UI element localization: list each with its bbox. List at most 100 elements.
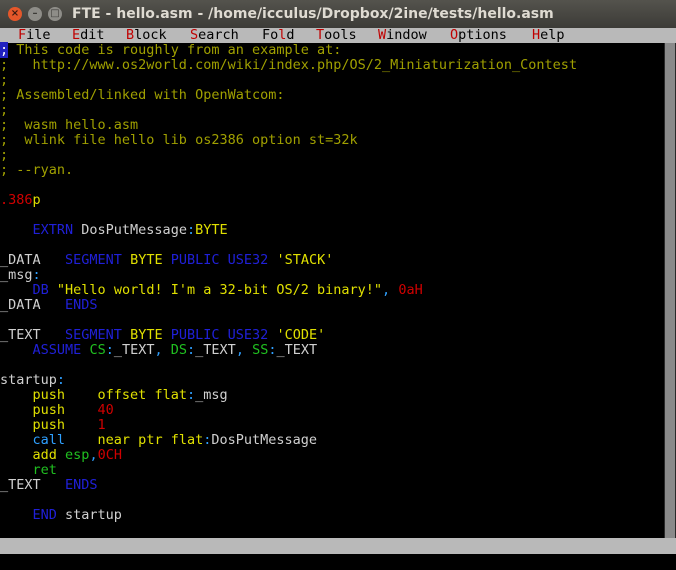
code-line[interactable]: .386p [0, 193, 41, 208]
code-token: ASSUME [32, 342, 82, 358]
code-token: , [382, 282, 391, 298]
code-token: ENDS [65, 297, 98, 313]
menu-item[interactable]: Window [378, 28, 427, 43]
menu-item[interactable]: Options [450, 28, 507, 43]
menu-item[interactable]: Search [190, 28, 239, 43]
code-line[interactable]: _TEXT ENDS [0, 478, 98, 493]
code-token: _TEXT [0, 327, 66, 343]
code-token: ; [0, 102, 9, 118]
code-token: ret [32, 462, 57, 478]
menu-item[interactable]: Help [532, 28, 565, 43]
code-token: END [32, 507, 57, 523]
code-editor[interactable]: ; This code is roughly from an example a… [0, 42, 664, 538]
code-token: call [32, 432, 66, 448]
code-token: 'CODE' [276, 327, 326, 343]
code-line[interactable]: END startup [0, 508, 122, 523]
code-line[interactable]: ; This code is roughly from an example a… [0, 42, 341, 58]
code-token: p [32, 192, 41, 208]
menu-hotkey: E [72, 27, 81, 43]
code-token: EXTRN [32, 222, 74, 238]
code-line[interactable]: _msg: [0, 268, 41, 283]
menu-label-part: lock [134, 27, 167, 43]
code-token: BYTE [130, 252, 163, 268]
code-token: 1 [97, 417, 106, 433]
code-token: 386 [8, 192, 33, 208]
code-token: : [187, 342, 196, 358]
text-cursor: ; [0, 42, 9, 58]
code-token: , [89, 447, 98, 463]
code-token: ENDS [65, 477, 98, 493]
code-token: USE32 [227, 252, 269, 268]
code-token: push [32, 387, 66, 403]
scrollbar-thumb[interactable] [665, 43, 675, 538]
menu-hotkey: T [316, 27, 325, 43]
code-token: PUBLIC [170, 327, 220, 343]
menu-item[interactable]: Edit [72, 28, 105, 43]
code-line[interactable]: push 40 [0, 403, 114, 418]
code-line[interactable]: ; [0, 103, 8, 118]
code-line[interactable]: EXTRN DosPutMessage:BYTE [0, 223, 228, 238]
code-line[interactable]: ; Assembled/linked with OpenWatcom: [0, 88, 284, 103]
code-token: ; [0, 72, 9, 88]
code-token: near ptr flat [97, 432, 204, 448]
code-line[interactable]: ; [0, 73, 8, 88]
code-token: push [32, 417, 66, 433]
code-line[interactable]: push 1 [0, 418, 106, 433]
code-line[interactable]: ; wlink file hello lib os2386 option st=… [0, 133, 358, 148]
code-line[interactable]: push offset flat:_msg [0, 388, 228, 403]
code-token: ; wasm hello.asm [0, 117, 139, 133]
code-line[interactable]: startup: [0, 373, 65, 388]
code-line[interactable]: ASSUME CS:_TEXT, DS:_TEXT, SS:_TEXT [0, 342, 318, 358]
vertical-scrollbar[interactable] [664, 43, 676, 538]
code-token: . [0, 192, 9, 208]
menu-hotkey: B [126, 27, 135, 43]
code-token: : [105, 342, 114, 358]
code-line[interactable]: ; --ryan. [0, 163, 73, 178]
code-line[interactable]: ret [0, 463, 57, 478]
menu-label-part: ools [324, 27, 357, 43]
menu-item[interactable]: Tools [316, 28, 357, 43]
code-line[interactable]: add esp,0CH [0, 448, 122, 463]
code-token: 0aH [398, 282, 423, 298]
code-line[interactable]: _TEXT SEGMENT BYTE PUBLIC USE32 'CODE' [0, 328, 325, 343]
menu-item[interactable]: File [18, 28, 51, 43]
code-line[interactable]: DB "Hello world! I'm a 32-bit OS/2 binar… [0, 283, 423, 298]
menu-label-part: ile [26, 27, 51, 43]
maximize-window-button[interactable]: □ [48, 7, 62, 21]
window-titlebar[interactable]: × – □ FTE - hello.asm - /home/icculus/Dr… [0, 0, 676, 28]
code-token: : [268, 342, 277, 358]
code-line[interactable]: ; wasm hello.asm [0, 118, 138, 133]
code-token: CS [89, 342, 106, 358]
menu-item[interactable]: Fold [262, 28, 295, 43]
code-token: DB [32, 282, 49, 298]
close-window-button[interactable]: × [8, 7, 22, 21]
minimize-window-button[interactable]: – [28, 7, 42, 21]
code-token: ; [0, 147, 9, 163]
code-line[interactable]: call near ptr flat:DosPutMessage [0, 432, 318, 448]
code-token: _TEXT [195, 342, 236, 358]
code-line[interactable]: _DATA SEGMENT BYTE PUBLIC USE32 'STACK' [0, 253, 333, 268]
menu-label-part: indow [386, 27, 427, 43]
code-line[interactable]: _DATA ENDS [0, 298, 98, 313]
code-line[interactable]: ; [0, 148, 8, 163]
code-token: : [186, 387, 196, 403]
menu-label-part: earch [198, 27, 239, 43]
code-token: esp [65, 447, 90, 463]
menu-label-part: d [286, 27, 295, 43]
menu-item[interactable]: Block [126, 28, 167, 43]
menu-hotkey: S [190, 27, 199, 43]
code-token: SEGMENT [65, 252, 122, 268]
code-line[interactable]: ; http://www.os2world.com/wiki/index.php… [0, 58, 577, 73]
menu-label-part: Fo [262, 27, 279, 43]
